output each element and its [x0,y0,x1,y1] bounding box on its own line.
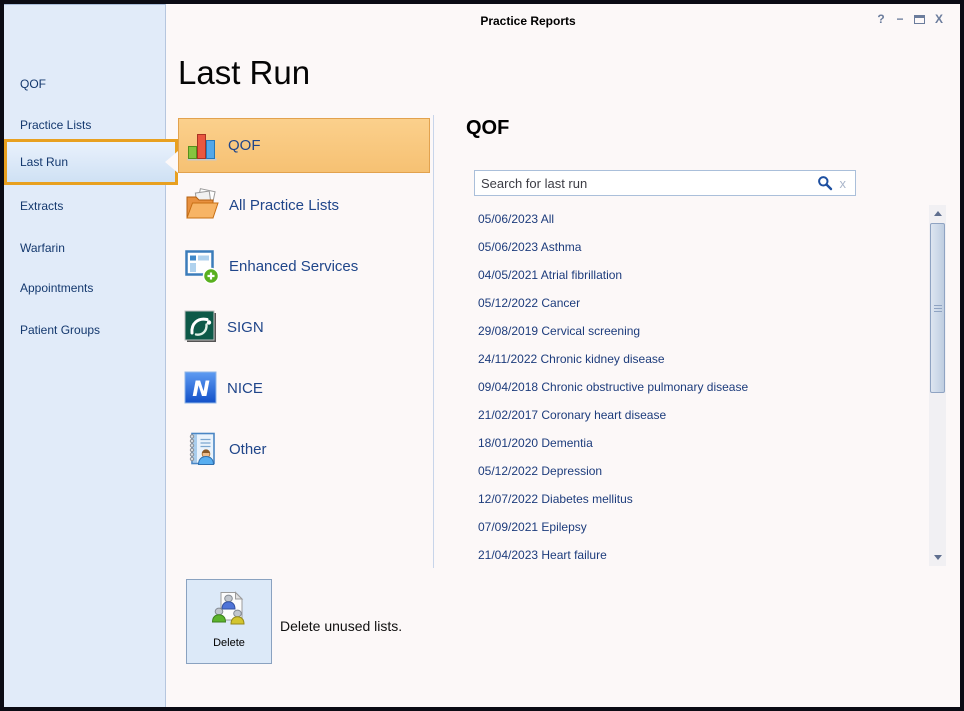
sidebar-item-qof[interactable]: QOF [4,64,166,105]
category-label: QOF [228,137,261,154]
category-label: SIGN [227,319,264,336]
delete-lists-icon [209,589,249,629]
category-label: Enhanced Services [229,258,358,275]
close-button[interactable]: X [934,12,944,26]
panel-title: QOF [466,114,509,142]
minimize-button[interactable]: − [895,12,905,26]
delete-caption: Delete unused lists. [280,612,402,640]
scroll-down-icon [934,555,942,560]
category-label: Other [229,441,267,458]
list-item[interactable]: 12/07/2022 Diabetes mellitus [478,485,918,513]
scroll-up-button[interactable] [929,205,946,222]
help-button[interactable]: ? [876,12,886,26]
practice-reports-window: Practice Reports ? − X QOF Practice List… [4,4,960,707]
sidebar-item-patient-groups[interactable]: Patient Groups [4,310,166,351]
delete-button[interactable]: Delete [186,579,272,664]
window-controls: ? − X [876,12,944,26]
category-all-practice-lists[interactable]: All Practice Lists [178,183,430,227]
list-item[interactable]: 29/08/2019 Cervical screening [478,317,918,345]
panel-divider [433,115,434,568]
qof-bar-chart-icon [185,129,219,163]
notebook-person-icon [184,431,220,467]
window-title: Practice Reports [166,11,890,31]
list-item[interactable]: 18/01/2020 Dementia [478,429,918,457]
category-other[interactable]: Other [178,427,430,471]
scrollbar[interactable] [929,205,946,566]
sidebar-item-label: Last Run [20,155,68,169]
last-run-list: 05/06/2023 All 05/06/2023 Asthma 04/05/2… [478,205,918,569]
list-item[interactable]: 05/12/2022 Depression [478,457,918,485]
list-item[interactable]: 05/12/2022 Cancer [478,289,918,317]
list-item[interactable]: 05/06/2023 All [478,205,918,233]
sidebar-item-warfarin[interactable]: Warfarin [4,228,166,269]
scroll-up-icon [934,211,942,216]
scrollbar-grip [934,308,942,309]
sign-logo-icon [184,310,218,344]
sidebar-item-label: Extracts [20,199,63,213]
scroll-down-button[interactable] [929,549,946,566]
category-qof[interactable]: QOF [178,118,430,173]
sidebar-item-label: Patient Groups [20,323,100,337]
search-icon[interactable] [814,175,836,191]
category-label: All Practice Lists [229,197,339,214]
clear-search-icon[interactable]: x [836,176,856,191]
search-box: x [474,170,856,196]
sidebar-item-label: Appointments [20,281,93,295]
maximize-button[interactable] [914,15,925,24]
sidebar: QOF Practice Lists Last Run Extracts War… [4,4,166,707]
sidebar-item-appointments[interactable]: Appointments [4,268,166,309]
window-plus-icon [184,248,220,284]
list-item[interactable]: 21/02/2017 Coronary heart disease [478,401,918,429]
sidebar-item-last-run[interactable]: Last Run [4,139,178,185]
scrollbar-thumb[interactable] [930,223,945,393]
nice-logo-icon: N [184,371,218,405]
list-item[interactable]: 24/11/2022 Chronic kidney disease [478,345,918,373]
list-item[interactable]: 04/05/2021 Atrial fibrillation [478,261,918,289]
sidebar-item-label: Warfarin [20,241,65,255]
sidebar-item-extracts[interactable]: Extracts [4,186,166,227]
category-nice[interactable]: N NICE [178,366,430,410]
list-item[interactable]: 05/06/2023 Asthma [478,233,918,261]
folder-icon [184,188,220,222]
delete-button-label: Delete [187,637,271,649]
category-enhanced-services[interactable]: Enhanced Services [178,244,430,288]
category-label: NICE [227,380,263,397]
list-item[interactable]: 09/04/2018 Chronic obstructive pulmonary… [478,373,918,401]
sidebar-item-label: QOF [20,77,46,91]
list-item[interactable]: 21/04/2023 Heart failure [478,541,918,569]
list-item[interactable]: 07/09/2021 Epilepsy [478,513,918,541]
window-frame: Practice Reports ? − X QOF Practice List… [0,0,964,711]
page-title: Last Run [178,54,310,92]
selected-tab-notch [165,151,178,173]
category-sign[interactable]: SIGN [178,305,430,349]
sidebar-item-label: Practice Lists [20,118,91,132]
search-input[interactable] [475,172,814,194]
svg-text:N: N [192,377,210,401]
